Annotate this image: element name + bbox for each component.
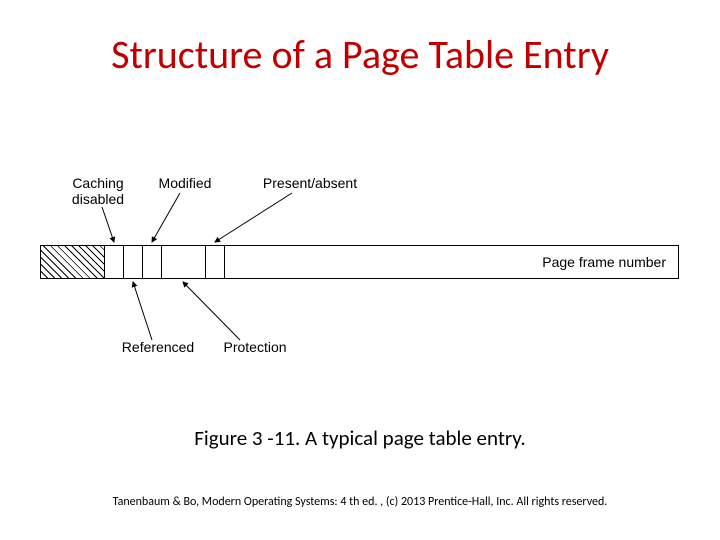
diagram-arrows bbox=[40, 175, 680, 355]
page-title: Structure of a Page Table Entry bbox=[0, 30, 720, 79]
pte-diagram: Page frame number Cachingdisabled Modifi… bbox=[40, 175, 680, 355]
figure-caption: Figure 3 -11. A typical page table entry… bbox=[0, 425, 720, 451]
footer-copyright: Tanenbaum & Bo, Modern Operating Systems… bbox=[0, 495, 720, 509]
